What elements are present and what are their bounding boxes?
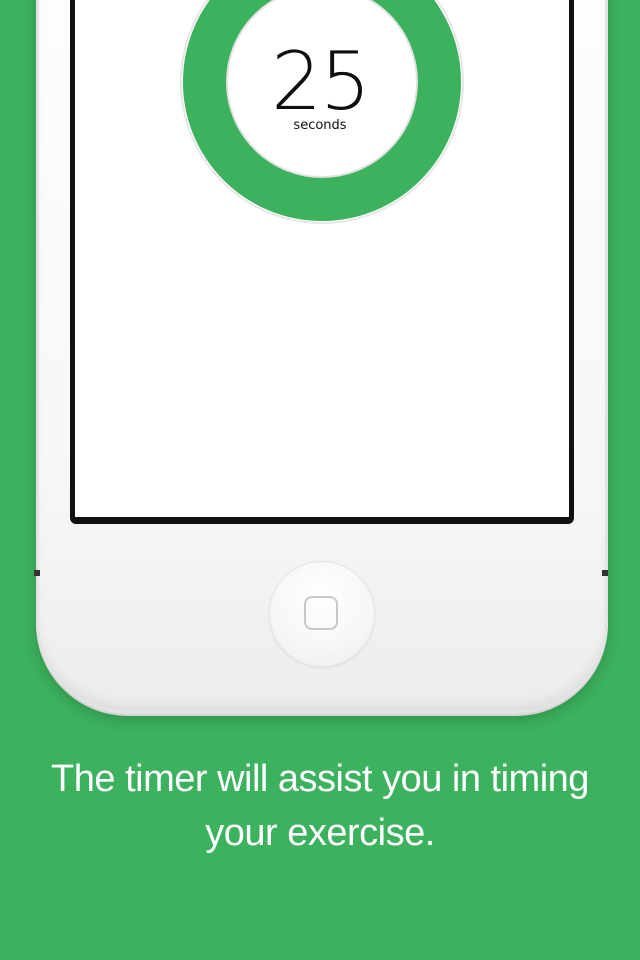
timer-display: 25 seconds: [200, 35, 440, 134]
phone-side-notch-right: [602, 570, 608, 576]
caption-text: The timer will assist you in timing your…: [51, 758, 589, 854]
timer-unit-label: seconds: [293, 118, 347, 133]
home-button[interactable]: [269, 561, 375, 667]
phone-side-notch-left: [34, 570, 40, 576]
timer-value: 25: [271, 35, 371, 128]
home-button-icon: [304, 596, 338, 630]
